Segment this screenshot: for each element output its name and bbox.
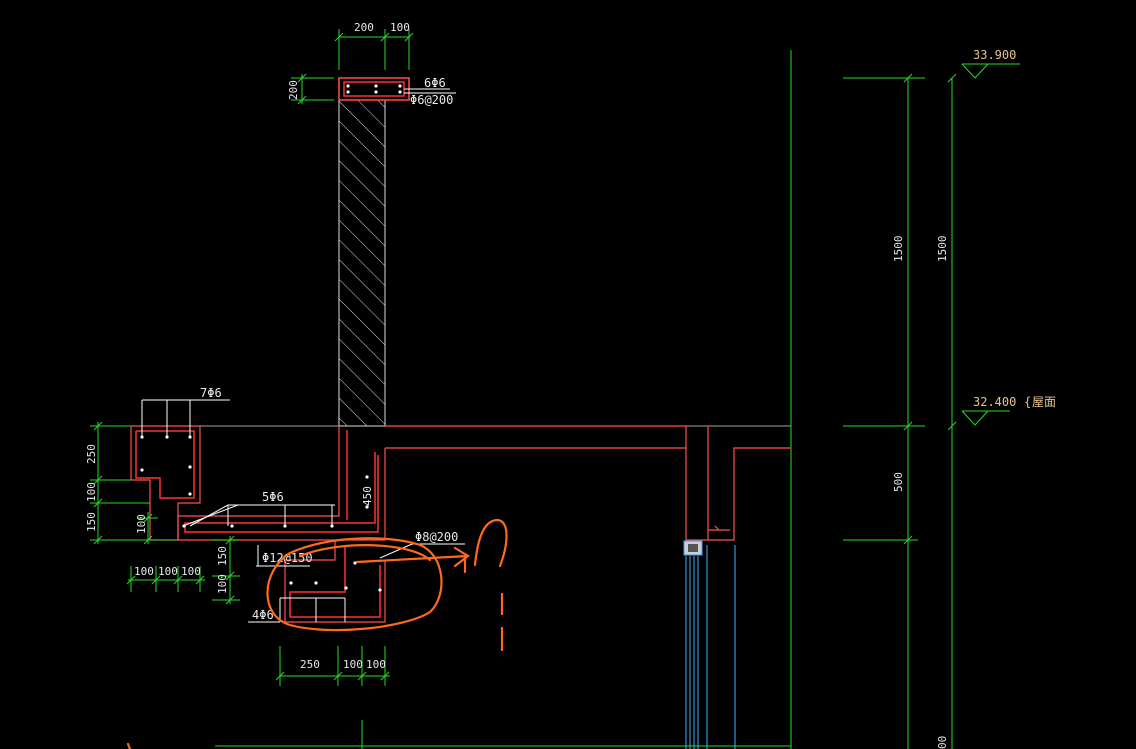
dim-500: 500 bbox=[892, 472, 905, 492]
dim-bottom-250: 250 bbox=[300, 658, 320, 671]
glazing-frame bbox=[683, 540, 736, 749]
dim-1500-b: 1500 bbox=[936, 236, 949, 263]
dim-lb-100b: 100 bbox=[158, 565, 178, 578]
dim-bottom-100a: 100 bbox=[343, 658, 363, 671]
dim-left-100b: 100 bbox=[135, 514, 148, 534]
dim-top-100: 100 bbox=[390, 21, 410, 34]
parapet-wall bbox=[338, 77, 456, 427]
label-rebar-7: 7Φ6 bbox=[200, 386, 222, 400]
dim-gutter-150: 150 bbox=[216, 546, 229, 566]
dim-450: 450 bbox=[361, 486, 374, 506]
left-vertical-dims bbox=[90, 421, 178, 545]
dim-left-150: 150 bbox=[85, 512, 98, 532]
roof-surface-label: 屋面 bbox=[1032, 395, 1056, 409]
dim-top-200: 200 bbox=[354, 21, 374, 34]
left-leader-lines bbox=[141, 399, 335, 527]
top-dimension-group bbox=[291, 29, 414, 105]
dim-bottom-right: 00 bbox=[936, 736, 949, 749]
dim-lb-100c: 100 bbox=[181, 565, 201, 578]
elevation-marker-top bbox=[961, 63, 1020, 79]
cad-drawing-canvas[interactable]: 200 100 200 6Φ6 Φ6@200 1500 1500 500 00 … bbox=[0, 0, 1136, 749]
dim-cap-height: 200 bbox=[287, 80, 300, 100]
dim-bottom-100b: 100 bbox=[366, 658, 386, 671]
label-rebar-8: Φ8@200 bbox=[415, 530, 458, 544]
dim-1500-a: 1500 bbox=[892, 236, 905, 263]
label-rebar-5: 5Φ6 bbox=[262, 490, 284, 504]
slab-rebar bbox=[184, 430, 379, 533]
dim-gutter-100: 100 bbox=[216, 574, 229, 594]
elevation-top-label: 33.900 bbox=[973, 48, 1016, 62]
dim-left-250: 250 bbox=[85, 444, 98, 464]
dim-left-100: 100 bbox=[85, 482, 98, 502]
elevation-roof-tick: { bbox=[1024, 395, 1031, 409]
label-cap-rebar-stirrup: Φ6@200 bbox=[410, 93, 453, 107]
dim-lb-100a: 100 bbox=[134, 565, 154, 578]
elevation-roof-label: 32.400 bbox=[973, 395, 1016, 409]
label-cap-rebar-main: 6Φ6 bbox=[424, 76, 446, 90]
guide-lines bbox=[215, 50, 957, 749]
hand-markup-annotation bbox=[126, 518, 508, 749]
elevation-marker-roof bbox=[961, 410, 1010, 426]
